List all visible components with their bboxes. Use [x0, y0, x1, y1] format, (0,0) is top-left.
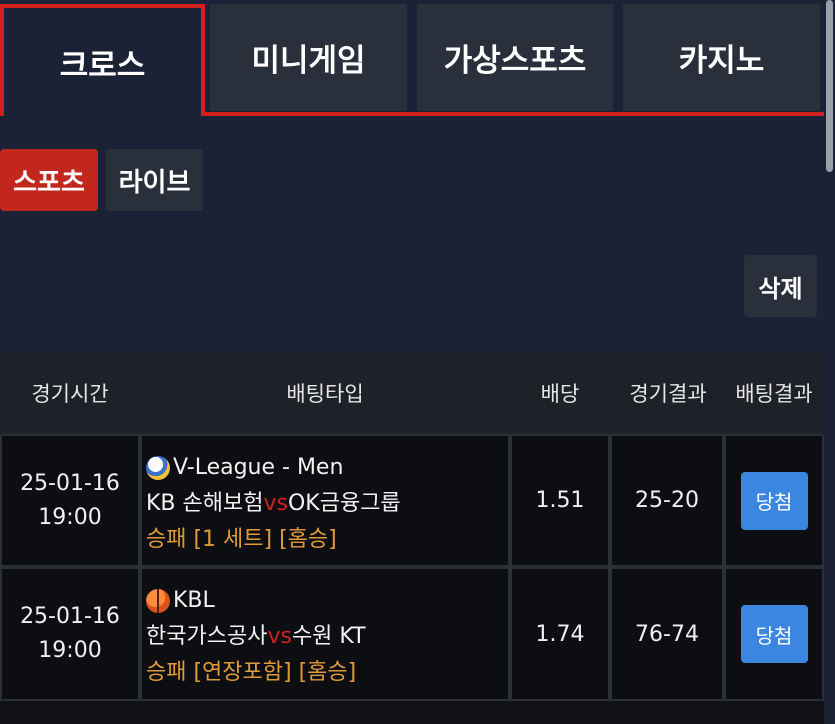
odds-value: 1.51 — [535, 488, 585, 513]
tab-casino-label: 카지노 — [678, 43, 765, 79]
subtab-live-label: 라이브 — [118, 167, 191, 198]
league-line: V-League - Men — [146, 450, 343, 486]
delete-button[interactable]: 삭제 — [744, 255, 817, 317]
score-cell: 25-20 — [610, 434, 724, 567]
odds-cell: 1.51 — [510, 434, 610, 567]
odds-cell: 1.74 — [510, 567, 610, 701]
away-team: OK금융그룹 — [287, 491, 401, 516]
score-value: 25-20 — [635, 488, 699, 513]
tab-casino[interactable]: 카지노 — [623, 4, 820, 111]
header-match-result: 경기결과 — [629, 382, 707, 406]
tab-minigame-label: 미니게임 — [251, 43, 366, 79]
scrollbar-thumb[interactable] — [826, 0, 833, 172]
subtab-sports[interactable]: 스포츠 — [0, 149, 98, 211]
win-badge-label: 당첨 — [755, 623, 793, 648]
header-match-time: 경기시간 — [31, 382, 109, 406]
market-line: 승패 [연장포함] [홈승] — [146, 660, 357, 685]
home-team: KB 손해보험 — [146, 491, 264, 516]
vs-label: vs — [263, 491, 288, 516]
top-tab-bar: 크로스 미니게임 가상스포츠 카지노 — [0, 0, 824, 116]
table-row: 25-01-16 19:00 V-League - Men KB 손해보험vsO… — [0, 434, 824, 567]
subtab-live[interactable]: 라이브 — [106, 149, 203, 211]
header-odds: 배당 — [540, 382, 580, 406]
table-header: 경기시간 배팅타입 배당 경기결과 배팅결과 — [0, 352, 824, 434]
basketball-icon — [146, 589, 170, 613]
match-date: 25-01-16 — [20, 604, 120, 629]
score-cell: 76-74 — [610, 567, 724, 701]
win-badge-label: 당첨 — [755, 490, 793, 514]
bet-result-cell: 당첨 — [724, 567, 824, 701]
score-value: 76-74 — [635, 621, 699, 647]
tab-cross[interactable]: 크로스 — [0, 4, 205, 116]
bet-result-cell: 당첨 — [724, 434, 824, 567]
header-bet-result: 배팅결과 — [735, 382, 813, 406]
table-row: 25-01-16 19:00 KBL 한국가스공사vs수원 KT 승패 [연장포… — [0, 567, 824, 701]
bet-type-cell: KBL 한국가스공사vs수원 KT 승패 [연장포함] [홈승] — [140, 567, 510, 701]
delete-button-label: 삭제 — [758, 274, 803, 303]
tab-virtual-sports-label: 가상스포츠 — [443, 43, 587, 79]
vs-label: vs — [267, 624, 292, 649]
market-line: 승패 [1 세트] [홈승] — [146, 527, 337, 552]
match-time-cell: 25-01-16 19:00 — [0, 434, 140, 567]
odds-value: 1.74 — [535, 621, 585, 647]
tab-minigame[interactable]: 미니게임 — [210, 4, 407, 111]
tab-virtual-sports[interactable]: 가상스포츠 — [417, 4, 613, 111]
match-time: 19:00 — [38, 504, 102, 530]
volleyball-icon — [146, 456, 170, 480]
match-time-cell: 25-01-16 19:00 — [0, 567, 140, 701]
league-line: KBL — [146, 583, 215, 619]
away-team: 수원 KT — [291, 624, 366, 649]
win-badge[interactable]: 당첨 — [740, 605, 808, 663]
match-time: 19:00 — [38, 638, 102, 663]
league-name: KBL — [173, 588, 215, 613]
win-badge[interactable]: 당첨 — [740, 471, 808, 530]
tab-cross-label: 크로스 — [59, 47, 146, 84]
match-line: KB 손해보험vsOK금융그룹 — [146, 486, 401, 522]
match-date: 25-01-16 — [20, 470, 120, 496]
home-team: 한국가스공사 — [146, 624, 268, 649]
league-name: V-League - Men — [173, 455, 344, 480]
match-line: 한국가스공사vs수원 KT — [146, 619, 366, 655]
bet-type-cell: V-League - Men KB 손해보험vsOK금융그룹 승패 [1 세트]… — [140, 434, 510, 567]
header-bet-type: 배팅타입 — [286, 382, 364, 406]
subtab-sports-label: 스포츠 — [13, 167, 85, 198]
bet-history-table: 경기시간 배팅타입 배당 경기결과 배팅결과 25-01-16 19:00 V-… — [0, 352, 824, 724]
